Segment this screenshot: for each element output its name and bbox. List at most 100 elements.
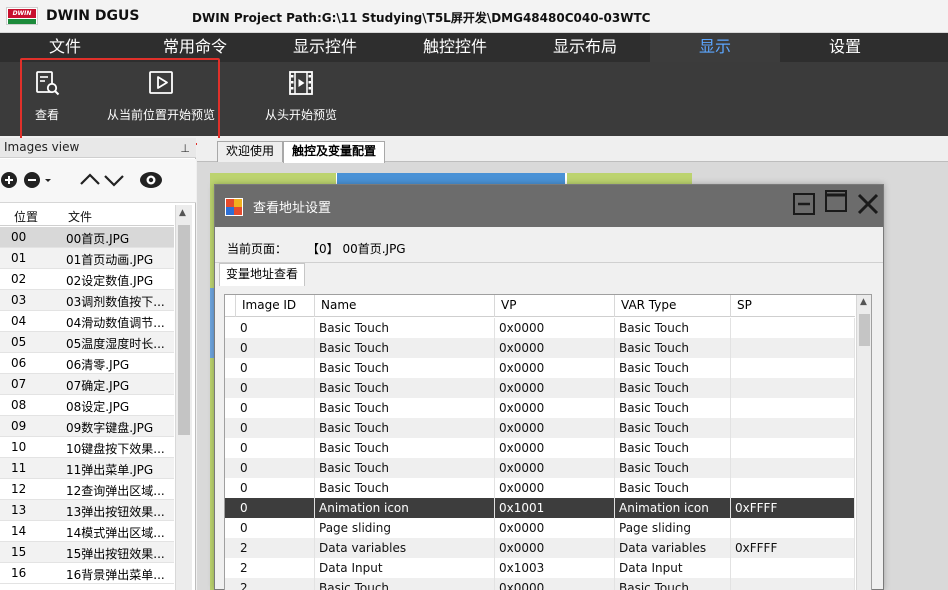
image-position: 15: [11, 545, 27, 559]
dwin-logo: DWIN: [6, 7, 38, 25]
col-name[interactable]: Name: [315, 295, 495, 317]
images-view-title: Images view ⊥: [0, 138, 196, 158]
menu-display[interactable]: 显示: [650, 33, 780, 62]
close-icon[interactable]: [857, 193, 879, 215]
grid-row[interactable]: 0 Basic Touch 0x0000 Basic Touch: [225, 358, 855, 378]
image-position: 03: [11, 293, 27, 307]
col-vp[interactable]: VP: [495, 295, 615, 317]
image-position: 10: [11, 440, 27, 454]
cell-vp: 0x0000: [495, 578, 615, 590]
tab-variable-address-view[interactable]: 变量地址查看: [219, 263, 306, 286]
move-down-icon[interactable]: [103, 170, 125, 190]
cell-vp: 0x0000: [495, 518, 615, 538]
cell-vp: 0x0000: [495, 538, 615, 558]
cell-var-type: Data Input: [615, 558, 731, 578]
image-list-item[interactable]: 15 15弹出按钮效果...: [0, 542, 174, 563]
image-list-item[interactable]: 16 16背景弹出菜单...: [0, 563, 174, 584]
remove-icon[interactable]: [23, 170, 53, 190]
grid-row[interactable]: 0 Page sliding 0x0000 Page sliding: [225, 518, 855, 538]
image-filename: 03调剂数值按下...: [66, 295, 165, 309]
scroll-up-icon[interactable]: ▲: [179, 208, 186, 218]
menu-display-controls[interactable]: 显示控件: [260, 33, 390, 62]
dgus-window: DWIN DWIN DGUS DWIN Project Path:G:\11 S…: [0, 0, 948, 590]
image-list-item[interactable]: 14 14模式弹出区域...: [0, 521, 174, 542]
image-filename: 06清零.JPG: [66, 358, 130, 372]
cell-name: Data Input: [315, 558, 495, 578]
grid-row[interactable]: 0 Basic Touch 0x0000 Basic Touch: [225, 378, 855, 398]
grid-row[interactable]: 2 Data Input 0x1003 Data Input: [225, 558, 855, 578]
image-filename: 09数字键盘.JPG: [66, 421, 154, 435]
add-icon[interactable]: [0, 170, 18, 190]
grid-row[interactable]: 0 Basic Touch 0x0000 Basic Touch: [225, 398, 855, 418]
col-sp[interactable]: SP: [731, 295, 855, 317]
menu-touch-controls[interactable]: 触控控件: [390, 33, 520, 62]
minimize-icon[interactable]: [793, 193, 815, 215]
grid-row[interactable]: 0 Basic Touch 0x0000 Basic Touch: [225, 318, 855, 338]
cell-var-type: Basic Touch: [615, 358, 731, 378]
col-image-id[interactable]: Image ID: [236, 295, 315, 317]
cell-var-type: Basic Touch: [615, 578, 731, 590]
image-filename: 10键盘按下效果...: [66, 442, 165, 456]
image-position: 00: [11, 230, 27, 244]
grid-row[interactable]: 0 Basic Touch 0x0000 Basic Touch: [225, 418, 855, 438]
image-position: 13: [11, 503, 27, 517]
image-list-item[interactable]: 08 08设定.JPG: [0, 395, 174, 416]
cell-vp: 0x0000: [495, 478, 615, 498]
cell-image-id: 2: [236, 558, 315, 578]
grid-row[interactable]: 0 Basic Touch 0x0000 Basic Touch: [225, 478, 855, 498]
maximize-icon[interactable]: [825, 190, 847, 212]
move-up-icon[interactable]: [79, 170, 101, 190]
image-list-item[interactable]: 07 07确定.JPG: [0, 374, 174, 395]
grid-row[interactable]: 0 Basic Touch 0x0000 Basic Touch: [225, 338, 855, 358]
cell-vp: 0x0000: [495, 458, 615, 478]
image-list-item[interactable]: 05 05温度湿度时长...: [0, 332, 174, 353]
cell-name: Animation icon: [315, 498, 495, 518]
menu-display-layout[interactable]: 显示布局: [520, 33, 650, 62]
col-file[interactable]: 文件: [68, 208, 92, 225]
cell-image-id: 0: [236, 418, 315, 438]
eye-icon[interactable]: [139, 170, 163, 190]
images-list-scrollbar[interactable]: ▲: [175, 205, 192, 590]
image-list-item[interactable]: 06 06清零.JPG: [0, 353, 174, 374]
image-list-item[interactable]: 04 04滑动数值调节...: [0, 311, 174, 332]
grid-scrollbar[interactable]: ▲: [856, 295, 871, 590]
dialog-titlebar[interactable]: 查看地址设置: [215, 185, 883, 227]
cell-image-id: 0: [236, 378, 315, 398]
grid-row[interactable]: 0 Basic Touch 0x0000 Basic Touch: [225, 458, 855, 478]
grid-row[interactable]: 0 Basic Touch 0x0000 Basic Touch: [225, 438, 855, 458]
cell-sp: [731, 418, 855, 438]
dialog-tabs: 变量地址查看: [215, 263, 883, 286]
image-list-item[interactable]: 00 00首页.JPG: [0, 227, 174, 248]
scroll-thumb[interactable]: [178, 225, 190, 435]
preview-from-start-button[interactable]: 从头开始预览: [258, 62, 344, 136]
image-filename: 02设定数值.JPG: [66, 274, 154, 288]
scroll-up-icon[interactable]: ▲: [860, 297, 867, 307]
grid-row[interactable]: 2 Basic Touch 0x0000 Basic Touch: [225, 578, 855, 590]
pin-icon[interactable]: ⊥: [180, 139, 190, 158]
image-list-item[interactable]: 12 12查询弹出区域...: [0, 479, 174, 500]
menu-settings[interactable]: 设置: [780, 33, 910, 62]
workspace-tabs: 欢迎使用 触控及变量配置: [197, 138, 948, 163]
cell-image-id: 0: [236, 398, 315, 418]
cell-name: Basic Touch: [315, 318, 495, 338]
cell-sp: [731, 338, 855, 358]
cell-var-type: Basic Touch: [615, 378, 731, 398]
image-list-item[interactable]: 13 13弹出按钮效果...: [0, 500, 174, 521]
tab-welcome[interactable]: 欢迎使用: [217, 141, 284, 162]
cell-name: Page sliding: [315, 518, 495, 538]
image-list-item[interactable]: 02 02设定数值.JPG: [0, 269, 174, 290]
col-var-type[interactable]: VAR Type: [615, 295, 731, 317]
project-path: DWIN Project Path:G:\11 Studying\T5L屏开发\…: [192, 11, 651, 25]
image-list-item[interactable]: 09 09数字键盘.JPG: [0, 416, 174, 437]
image-list-item[interactable]: 01 01首页动画.JPG: [0, 248, 174, 269]
image-list-item[interactable]: 11 11弹出菜单.JPG: [0, 458, 174, 479]
image-list-item[interactable]: 10 10键盘按下效果...: [0, 437, 174, 458]
cell-sp: 0xFFFF: [731, 538, 855, 558]
image-list-item[interactable]: 03 03调剂数值按下...: [0, 290, 174, 311]
cell-sp: [731, 438, 855, 458]
scroll-thumb[interactable]: [859, 314, 870, 346]
tab-touch-var-config[interactable]: 触控及变量配置: [283, 141, 386, 163]
grid-row[interactable]: 0 Animation icon 0x1001 Animation icon 0xFFF…: [225, 498, 855, 518]
grid-row[interactable]: 2 Data variables 0x0000 Data variables 0xFFF…: [225, 538, 855, 558]
col-position[interactable]: 位置: [14, 208, 38, 225]
